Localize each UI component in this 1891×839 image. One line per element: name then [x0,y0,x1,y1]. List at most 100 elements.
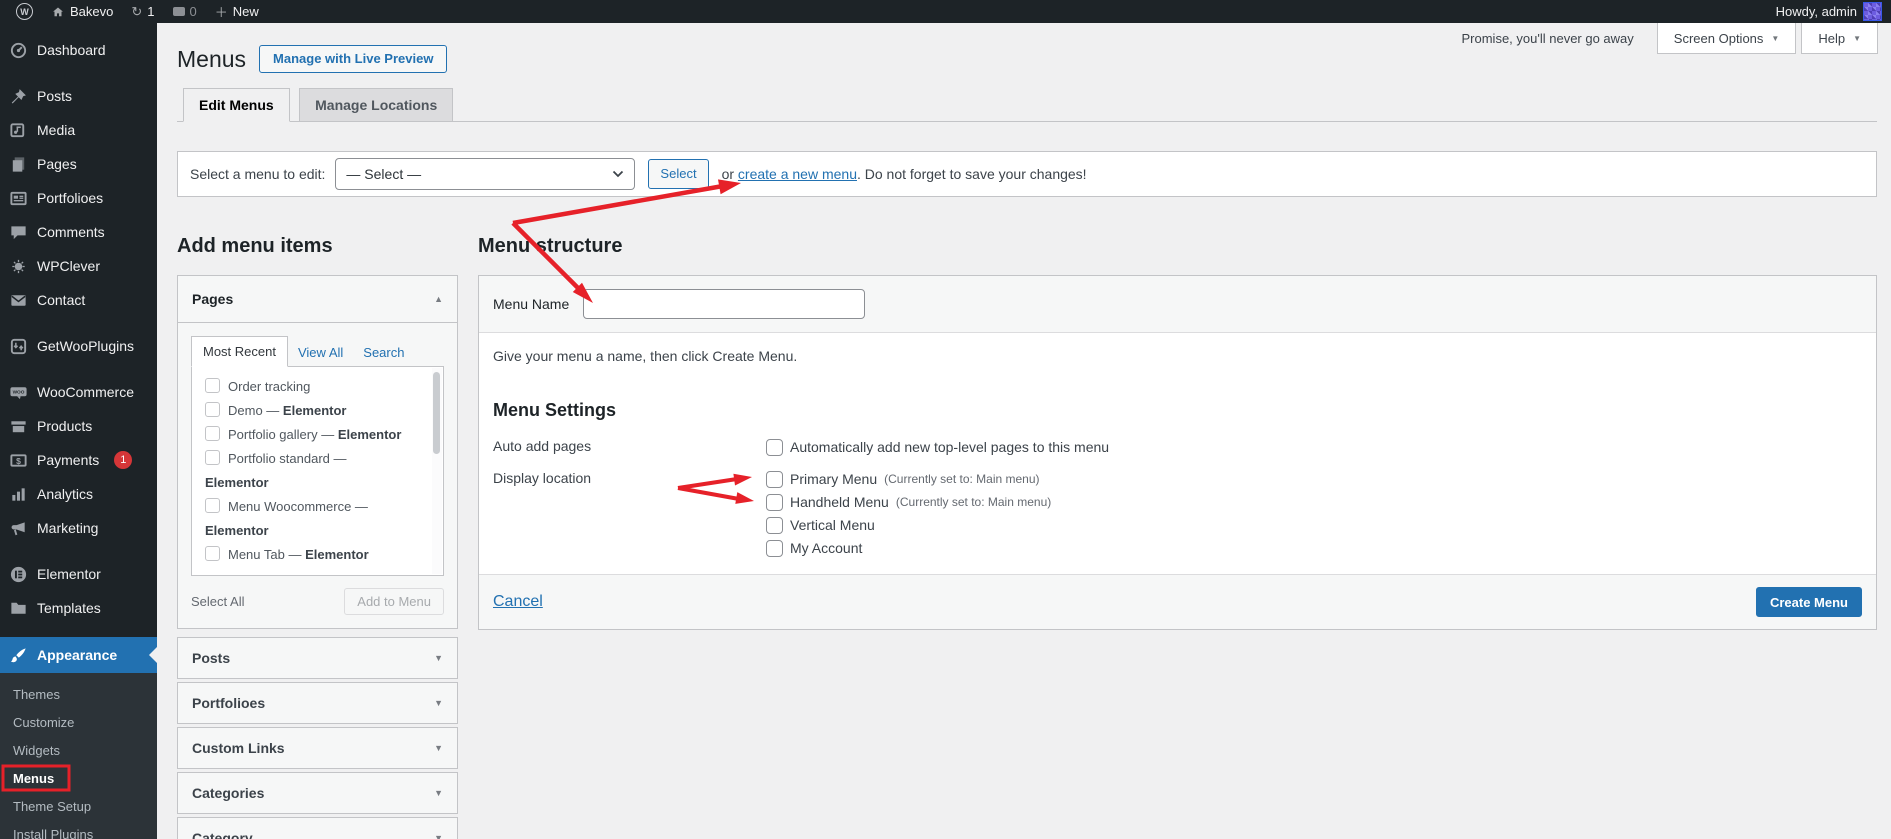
sidebar-item-portfolioes[interactable]: Portfolioes [0,181,157,215]
menu-select-dropdown[interactable]: — Select — [335,158,635,190]
sidebar-item-marketing[interactable]: Marketing [0,511,157,545]
media-icon [8,120,28,140]
portfolioes-metabox-header[interactable]: Portfolioes ▼ [178,683,457,723]
checkbox-icon[interactable] [766,471,783,488]
custom-links-metabox-header[interactable]: Custom Links ▼ [178,728,457,768]
tab-manage-locations[interactable]: Manage Locations [299,88,453,121]
sidebar-separator [0,317,157,329]
sidebar-separator [0,625,157,637]
submenu-item-install-plugins[interactable]: Install Plugins [0,821,157,839]
wp-logo-menu[interactable]: W [7,0,42,23]
help-button[interactable]: Help ▼ [1801,23,1878,54]
auto-add-pages-row: Auto add pages Automatically add new top… [493,436,1862,459]
auto-add-pages-label: Auto add pages [493,436,766,459]
main-content: Promise, you'll never go away Screen Opt… [157,23,1891,839]
tab-edit-menus[interactable]: Edit Menus [183,88,290,122]
location-handheld-menu[interactable]: Handheld Menu (Currently set to: Main me… [766,491,1862,514]
sidebar-item-getwooplugins[interactable]: GetWooPlugins [0,329,157,363]
screen-options-button[interactable]: Screen Options ▼ [1657,23,1797,54]
appearance-submenu: Themes Customize Widgets Menus Theme Set… [0,673,157,839]
paintbrush-icon [8,645,28,665]
posts-metabox-header[interactable]: Posts ▼ [178,638,457,678]
chevron-up-icon: ▲ [434,294,443,304]
sidebar-item-appearance[interactable]: Appearance [0,637,157,673]
updates-count: 1 [147,4,154,19]
checkbox-icon[interactable] [205,426,220,441]
updates-link[interactable]: ↻ 1 [122,0,163,23]
sidebar-item-dashboard[interactable]: Dashboard [0,33,157,67]
page-checkbox-item[interactable]: Menu Woocommerce — Elementor [192,495,443,543]
create-menu-button[interactable]: Create Menu [1756,587,1862,617]
sidebar-item-woocommerce[interactable]: WOO WooCommerce [0,375,157,409]
tab-view-all[interactable]: View All [288,338,353,367]
site-name-link[interactable]: Bakevo [42,0,122,23]
checkbox-icon[interactable] [766,517,783,534]
categories-metabox-header[interactable]: Categories ▼ [178,773,457,813]
chevron-down-icon: ▼ [434,788,443,798]
sidebar-item-products[interactable]: Products [0,409,157,443]
howdy-account-link[interactable]: Howdy, admin [1776,4,1857,19]
new-content-link[interactable]: ＋ New [206,0,268,23]
submenu-item-themes[interactable]: Themes [0,681,157,709]
create-new-menu-link[interactable]: create a new menu [738,166,857,182]
checkbox-icon[interactable] [205,378,220,393]
page-checkbox-item[interactable]: Order tracking [192,375,443,399]
select-all-link[interactable]: Select All [191,594,244,609]
sidebar-item-media[interactable]: Media [0,113,157,147]
sidebar-item-elementor[interactable]: Elementor [0,557,157,591]
location-vertical-menu[interactable]: Vertical Menu [766,514,1862,537]
page-checkbox-item[interactable]: Portfolio standard — Elementor [192,447,443,495]
auto-add-pages-option[interactable]: Automatically add new top-level pages to… [766,436,1862,459]
sidebar-item-comments[interactable]: Comments [0,215,157,249]
submenu-item-theme-setup[interactable]: Theme Setup [0,793,157,821]
location-my-account[interactable]: My Account [766,537,1862,560]
add-to-menu-button[interactable]: Add to Menu [344,588,444,615]
display-location-label: Display location [493,468,766,560]
chevron-down-icon: ▼ [434,698,443,708]
checkbox-icon[interactable] [205,498,220,513]
submenu-item-widgets[interactable]: Widgets [0,737,157,765]
add-menu-items-column: Add menu items Pages ▲ Most Recent View … [177,233,458,839]
page-checkbox-item[interactable]: Portfolio gallery — Elementor [192,423,443,447]
sidebar-item-templates[interactable]: Templates [0,591,157,625]
sidebar-item-analytics[interactable]: Analytics [0,477,157,511]
plus-icon: ＋ [215,2,228,21]
submenu-item-customize[interactable]: Customize [0,709,157,737]
checkbox-icon[interactable] [766,494,783,511]
sidebar-item-wpclever[interactable]: WPClever [0,249,157,283]
select-button[interactable]: Select [648,159,708,189]
menu-name-label: Menu Name [493,296,573,312]
category-metabox-header[interactable]: Category ▼ [178,818,457,839]
avatar [1863,2,1882,21]
manage-live-preview-button[interactable]: Manage with Live Preview [259,45,447,73]
tab-most-recent[interactable]: Most Recent [191,336,288,367]
menu-name-row: Menu Name [479,276,1876,333]
checkbox-icon[interactable] [205,450,220,465]
menu-name-input[interactable] [583,289,865,319]
scrollbar-track[interactable] [432,368,442,574]
chevron-down-icon: ▼ [1853,34,1861,43]
pages-metabox-header[interactable]: Pages ▲ [178,276,457,323]
sidebar-item-pages[interactable]: Pages [0,147,157,181]
checkbox-icon[interactable] [766,439,783,456]
sidebar-item-posts[interactable]: Posts [0,79,157,113]
comments-link[interactable]: 0 [164,0,206,23]
checkbox-icon[interactable] [766,540,783,557]
checkbox-icon[interactable] [205,402,220,417]
location-primary-menu[interactable]: Primary Menu (Currently set to: Main men… [766,468,1862,491]
menu-structure-footer: Cancel Create Menu [479,574,1876,629]
cancel-link[interactable]: Cancel [493,593,543,611]
submenu-item-menus[interactable]: Menus [0,765,157,793]
sidebar-item-contact[interactable]: Contact [0,283,157,317]
add-menu-items-heading: Add menu items [177,233,458,259]
menu-select-panel: Select a menu to edit: — Select — Select… [177,151,1877,197]
sidebar-item-payments[interactable]: $ Payments 1 [0,443,157,477]
scrollbar-thumb[interactable] [433,372,440,454]
chevron-down-icon: ▼ [434,833,443,839]
checkbox-icon[interactable] [205,546,220,561]
tab-search[interactable]: Search [353,338,414,367]
wordpress-logo-icon: W [16,3,33,20]
plugin-arrows-icon [8,336,28,356]
page-checkbox-item[interactable]: Demo — Elementor [192,399,443,423]
page-checkbox-item[interactable]: Menu Tab — Elementor [192,543,443,567]
